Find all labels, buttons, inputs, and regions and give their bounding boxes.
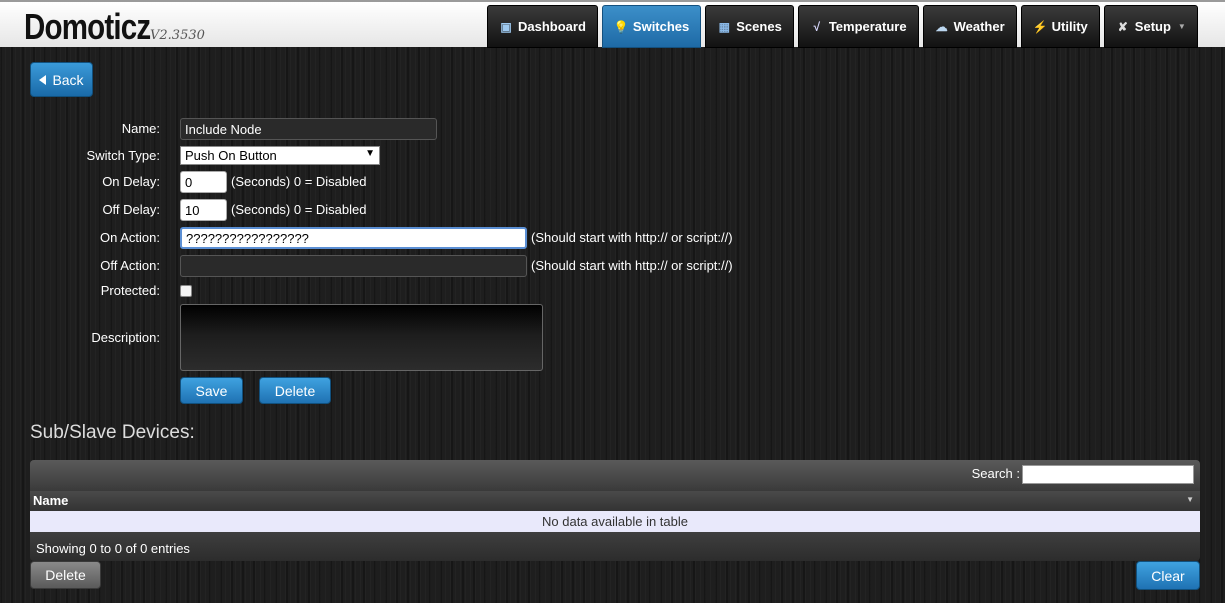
back-label: Back (52, 71, 84, 88)
sort-desc-icon: ▼ (1186, 495, 1194, 504)
version-label: V2.3530 (150, 28, 205, 43)
top-header: Domoticz V2.3530 ▣ Dashboard 💡 Switches … (0, 0, 1225, 48)
dropdown-arrow-icon: ▼ (365, 148, 375, 159)
column-name-label: Name (33, 493, 69, 508)
nav-label: Scenes (736, 19, 782, 34)
switch-type-label: Switch Type: (86, 148, 160, 163)
nav-label: Utility (1051, 19, 1088, 34)
switch-type-value: Push On Button (185, 148, 277, 163)
lightbulb-icon: 💡 (613, 19, 629, 34)
description-label: Description: (91, 330, 160, 345)
delete-device-button[interactable]: Delete (259, 377, 331, 404)
brand-name: Domoticz (24, 6, 151, 47)
nav-dashboard[interactable]: ▣ Dashboard (487, 5, 598, 48)
off-action-hint: (Should start with http:// or script://) (531, 258, 733, 273)
clapperboard-icon: ▦ (718, 19, 730, 34)
on-delay-label: On Delay: (102, 174, 160, 189)
table-empty-row: No data available in table (30, 511, 1200, 532)
off-action-label: Off Action: (100, 258, 160, 273)
main-nav: ▣ Dashboard 💡 Switches ▦ Scenes √ Temper… (487, 5, 1198, 48)
description-textarea[interactable] (180, 304, 543, 371)
table-info: Showing 0 to 0 of 0 entries (30, 532, 1200, 561)
delete-subdevice-label: Delete (45, 567, 86, 583)
dashboard-icon: ▣ (500, 19, 512, 34)
protected-checkbox[interactable] (180, 285, 192, 297)
clear-label: Clear (1151, 567, 1185, 584)
nav-temperature[interactable]: √ Temperature (797, 5, 919, 48)
save-label: Save (195, 382, 228, 399)
on-action-field[interactable] (180, 227, 527, 249)
nav-label: Setup (1134, 19, 1171, 34)
back-button[interactable]: Back (30, 62, 93, 97)
protected-label: Protected: (100, 283, 160, 298)
save-button[interactable]: Save (180, 377, 243, 404)
name-field[interactable] (180, 118, 437, 140)
nav-label: Weather (953, 19, 1005, 34)
off-action-field[interactable] (180, 255, 527, 277)
nav-label: Switches (632, 19, 690, 34)
switch-type-select[interactable]: Push On Button ▼ (180, 146, 380, 165)
name-label: Name: (121, 121, 160, 136)
nav-setup[interactable]: ✘ Setup ▼ (1103, 5, 1198, 48)
search-label: Search : (971, 466, 1020, 481)
on-action-label: On Action: (100, 230, 160, 245)
weather-cloud-icon: ☁ (935, 19, 948, 34)
on-delay-hint: (Seconds) 0 = Disabled (231, 174, 367, 189)
thermometer-icon: √ (813, 19, 821, 34)
table-header-name[interactable]: Name ▼ (30, 491, 1200, 511)
nav-switches[interactable]: 💡 Switches (601, 5, 702, 48)
nav-label: Temperature (828, 19, 907, 34)
sub-devices-title: Sub/Slave Devices: (30, 422, 195, 443)
table-toolbar: Search : (30, 460, 1200, 491)
off-delay-field[interactable] (180, 199, 227, 221)
nav-label: Dashboard (518, 19, 586, 34)
nav-scenes[interactable]: ▦ Scenes (705, 5, 794, 48)
nav-utility[interactable]: ⚡ Utility (1020, 5, 1100, 48)
chevron-down-icon: ▼ (1177, 22, 1186, 31)
brand-logo: Domoticz V2.3530 (24, 6, 205, 48)
nav-weather[interactable]: ☁ Weather (922, 5, 1017, 48)
delete-label: Delete (274, 382, 316, 399)
search-input[interactable] (1022, 465, 1194, 484)
off-delay-hint: (Seconds) 0 = Disabled (231, 202, 367, 217)
off-delay-label: Off Delay: (102, 202, 160, 217)
delete-subdevice-button[interactable]: Delete (30, 561, 101, 589)
on-action-hint: (Should start with http:// or script://) (531, 230, 733, 245)
tools-icon: ✘ (1117, 19, 1128, 34)
clear-button[interactable]: Clear (1136, 561, 1200, 590)
lightning-icon: ⚡ (1032, 19, 1048, 34)
chevron-left-icon (39, 74, 47, 85)
on-delay-field[interactable] (180, 171, 227, 193)
